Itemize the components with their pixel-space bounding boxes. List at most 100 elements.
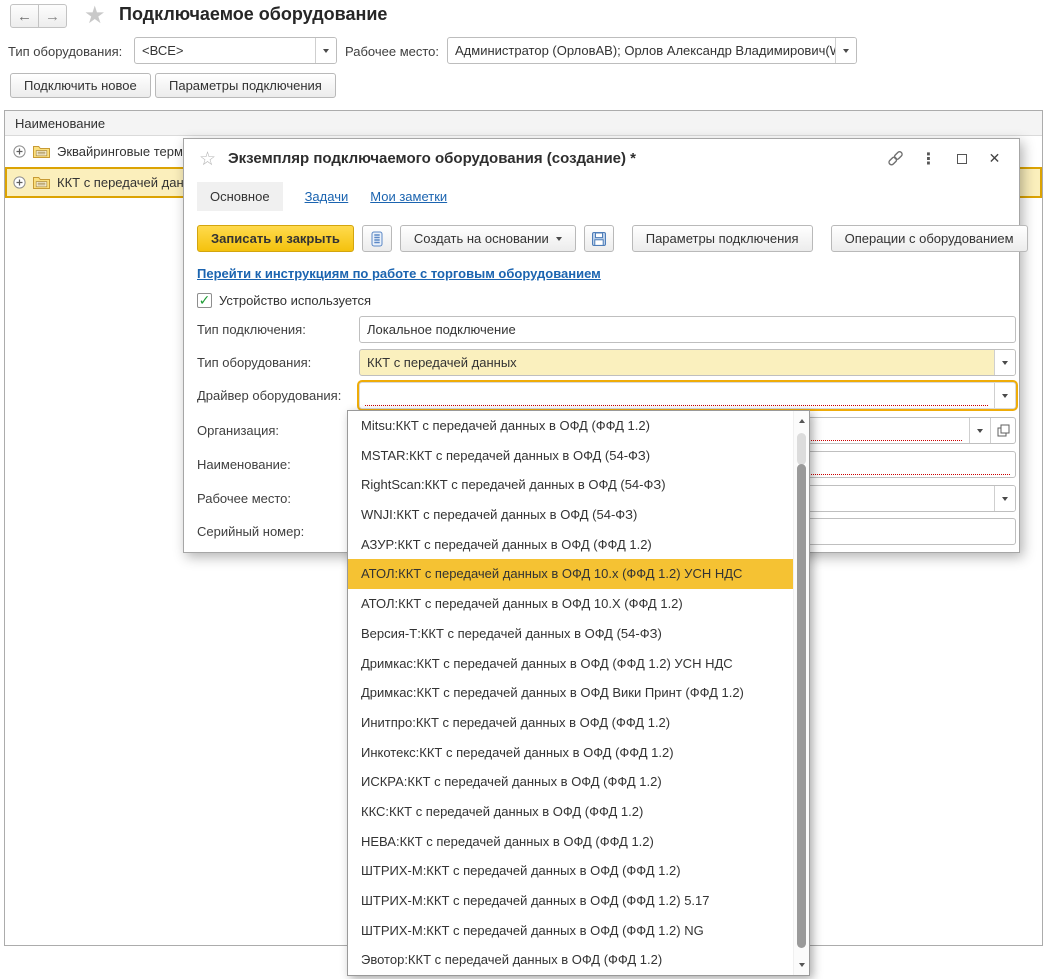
more-menu-icon[interactable]: ⋮: [920, 150, 937, 167]
driver-option[interactable]: ШТРИХ-М:ККТ с передачей данных в ОФД (ФФ…: [348, 856, 793, 886]
connection-params-label: Параметры подключения: [169, 78, 322, 93]
driver-option[interactable]: WNJI:ККТ с передачей данных в ОФД (54-ФЗ…: [348, 500, 793, 530]
chevron-down-icon: [1002, 497, 1008, 501]
checkmark-icon: ✓: [199, 292, 211, 309]
equipment-type-filter-dropdown-button[interactable]: [315, 38, 336, 63]
maximize-square: [957, 154, 967, 164]
workplace-filter-value: Администратор (ОрловАВ); Орлов Александр…: [448, 38, 835, 63]
driver-option[interactable]: ИСКРА:ККТ с передачей данных в ОФД (ФФД …: [348, 767, 793, 797]
maximize-icon[interactable]: [953, 150, 970, 167]
connect-new-label: Подключить новое: [24, 78, 137, 93]
driver-option[interactable]: Инкотекс:ККТ с передачей данных в ОФД (Ф…: [348, 738, 793, 768]
driver-option[interactable]: АТОЛ:ККТ с передачей данных в ОФД 10.x (…: [348, 559, 793, 589]
driver-option[interactable]: АТОЛ:ККТ с передачей данных в ОФД 10.X (…: [348, 589, 793, 619]
equipment-operations-label: Операции с оборудованием: [845, 231, 1014, 246]
floppy-disk-icon: [591, 231, 607, 247]
back-arrow-icon: ←: [17, 8, 32, 25]
page-title: Подключаемое оборудование: [119, 4, 387, 25]
driver-dropdown-button[interactable]: [994, 383, 1015, 408]
driver-input[interactable]: [359, 382, 1016, 409]
create-based-on-button[interactable]: Создать на основании: [400, 225, 576, 252]
scrollbar-track-segment: [797, 433, 806, 465]
copy-link-icon[interactable]: [887, 150, 904, 167]
create-based-on-label: Создать на основании: [414, 231, 549, 246]
workplace-filter[interactable]: Администратор (ОрловАВ); Орлов Александр…: [447, 37, 857, 64]
back-button[interactable]: ←: [10, 4, 39, 28]
workplace-filter-label: Рабочее место:: [345, 44, 439, 59]
connection-type-value: Локальное подключение: [360, 317, 1015, 342]
driver-option[interactable]: Версия-Т:ККТ с передачей данных в ОФД (5…: [348, 619, 793, 649]
tab-main[interactable]: Основное: [197, 182, 283, 211]
dialog-connection-params-button[interactable]: Параметры подключения: [632, 225, 813, 252]
table-row-label: Эквайринговые терм: [57, 144, 183, 159]
triangle-down-icon: [799, 963, 805, 967]
equipment-type-input[interactable]: ККТ с передачей данных: [359, 349, 1016, 376]
folder-group-icon: [33, 145, 50, 158]
device-used-label: Устройство используется: [219, 293, 371, 308]
open-form-icon: [997, 424, 1010, 437]
dropdown-scrollbar[interactable]: [793, 411, 809, 975]
instructions-link[interactable]: Перейти к инструкциям по работе с торгов…: [197, 266, 601, 281]
driver-option[interactable]: RightScan:ККТ с передачей данных в ОФД (…: [348, 470, 793, 500]
app-window: ← → ★ Подключаемое оборудование Тип обор…: [0, 0, 1047, 979]
folder-group-icon: [33, 176, 50, 189]
driver-label: Драйвер оборудования:: [197, 388, 341, 403]
connection-type-input[interactable]: Локальное подключение: [359, 316, 1016, 343]
driver-option[interactable]: Инитпро:ККТ с передачей данных в ОФД (ФФ…: [348, 708, 793, 738]
driver-option[interactable]: АЗУР:ККТ с передачей данных в ОФД (ФФД 1…: [348, 530, 793, 560]
chevron-down-icon: [1002, 361, 1008, 365]
chevron-down-icon: [556, 237, 562, 241]
connection-type-label: Тип подключения:: [197, 322, 306, 337]
driver-option[interactable]: НЕВА:ККТ с передачей данных в ОФД (ФФД 1…: [348, 827, 793, 857]
organization-open-button[interactable]: [990, 418, 1015, 443]
connection-params-button[interactable]: Параметры подключения: [155, 73, 336, 98]
connect-new-button[interactable]: Подключить новое: [10, 73, 151, 98]
driver-option[interactable]: Дримкас:ККТ с передачей данных в ОФД Вик…: [348, 678, 793, 708]
equipment-type-filter-label: Тип оборудования:: [8, 44, 122, 59]
equipment-type-row: Тип оборудования: ККТ с передачей данных: [197, 349, 1007, 376]
organization-label: Организация:: [197, 423, 279, 438]
workplace-filter-dropdown-button[interactable]: [835, 38, 856, 63]
equipment-operations-button[interactable]: Операции с оборудованием: [831, 225, 1028, 252]
expand-plus-icon[interactable]: [13, 145, 26, 158]
table-column-header[interactable]: Наименование: [5, 111, 1042, 136]
driver-option[interactable]: ШТРИХ-М:ККТ с передачей данных в ОФД (ФФ…: [348, 916, 793, 946]
device-used-row: ✓ Устройство используется: [197, 293, 371, 308]
driver-option[interactable]: MSTAR:ККТ с передачей данных в ОФД (54-Ф…: [348, 441, 793, 471]
driver-option[interactable]: ККС:ККТ с передачей данных в ОФД (ФФД 1.…: [348, 797, 793, 827]
driver-dropdown: Mitsu:ККТ с передачей данных в ОФД (ФФД …: [347, 410, 810, 976]
triangle-up-icon: [799, 419, 805, 423]
driver-option[interactable]: Mitsu:ККТ с передачей данных в ОФД (ФФД …: [348, 411, 793, 441]
dialog-title: Экземпляр подключаемого оборудования (со…: [228, 150, 636, 167]
equipment-type-dropdown-button[interactable]: [994, 350, 1015, 375]
scroll-up-button[interactable]: [794, 414, 810, 428]
save-and-close-button[interactable]: Записать и закрыть: [197, 225, 354, 252]
close-icon[interactable]: ✕: [986, 150, 1003, 167]
organization-dropdown-button[interactable]: [969, 418, 990, 443]
driver-option[interactable]: ШТРИХ-М:ККТ с передачей данных в ОФД (ФФ…: [348, 886, 793, 916]
save-button[interactable]: [584, 225, 614, 252]
scroll-down-button[interactable]: [794, 958, 810, 972]
tab-notes[interactable]: Мои заметки: [370, 189, 447, 204]
device-used-checkbox[interactable]: ✓: [197, 293, 212, 308]
equipment-type-filter[interactable]: <ВСЕ>: [134, 37, 337, 64]
stacked-list-icon: [370, 231, 384, 247]
name-label: Наименование:: [197, 457, 291, 472]
workplace-dropdown-button[interactable]: [994, 486, 1015, 511]
dialog-tabs: Основное Задачи Мои заметки: [197, 182, 447, 211]
post-document-button[interactable]: [362, 225, 392, 252]
driver-option[interactable]: Эвотор:ККТ с передачей данных в ОФД (ФФД…: [348, 945, 793, 975]
equipment-type-filter-value: <ВСЕ>: [135, 38, 315, 63]
favorites-star-icon[interactable]: ★: [84, 1, 106, 30]
equipment-type-value: ККТ с передачей данных: [360, 350, 994, 375]
scrollbar-thumb[interactable]: [797, 464, 806, 948]
expand-plus-icon[interactable]: [13, 176, 26, 189]
driver-row: Драйвер оборудования:: [197, 382, 1007, 409]
forward-button[interactable]: →: [38, 4, 67, 28]
driver-option[interactable]: Дримкас:ККТ с передачей данных в ОФД (ФФ…: [348, 649, 793, 679]
table-row-label: ККТ с передачей дан: [57, 175, 184, 190]
connection-type-row: Тип подключения: Локальное подключение: [197, 316, 1007, 343]
tab-tasks[interactable]: Задачи: [305, 189, 349, 204]
required-marker: [365, 405, 988, 406]
dialog-favorites-star-icon[interactable]: ☆: [199, 148, 216, 171]
